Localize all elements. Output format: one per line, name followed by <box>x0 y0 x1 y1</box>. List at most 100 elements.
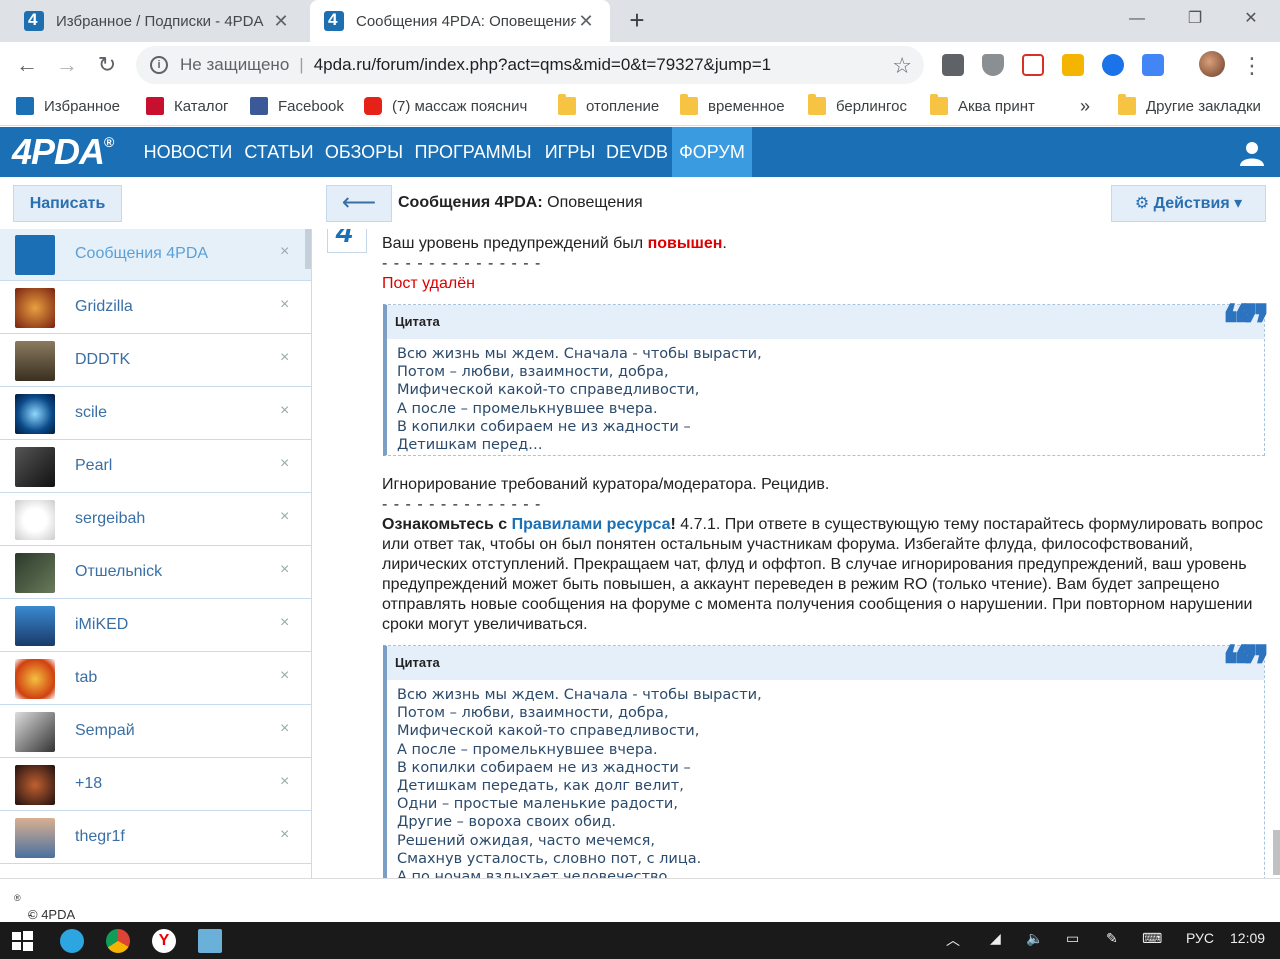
contact-item[interactable]: Сообщения 4PDA × <box>0 229 311 281</box>
telegram-icon[interactable] <box>60 929 84 953</box>
user-icon[interactable] <box>1238 139 1266 167</box>
contact-item[interactable]: iMiKED × <box>0 600 311 652</box>
close-icon[interactable]: × <box>280 296 289 314</box>
nav-programs[interactable]: ПРОГРАММЫ <box>408 127 538 177</box>
windows-start-icon[interactable] <box>10 929 34 953</box>
security-label: Не защищено <box>180 55 290 74</box>
back-arrow-icon[interactable]: ← <box>12 50 42 80</box>
extension-icon[interactable] <box>942 54 964 76</box>
clock[interactable]: 12:09 <box>1230 930 1265 946</box>
bookmark-item[interactable]: Каталог <box>146 88 229 124</box>
youtube-icon <box>364 97 382 115</box>
contact-avatar <box>15 712 55 752</box>
contact-item[interactable]: DDDTK × <box>0 335 311 387</box>
contact-item[interactable]: Pearl × <box>0 441 311 493</box>
message-scrollbar[interactable] <box>1273 830 1280 875</box>
thread-title-rest: Оповещения <box>542 194 643 211</box>
close-icon[interactable]: × <box>280 561 289 579</box>
contact-name: thegr1f <box>75 828 125 845</box>
nav-devdb[interactable]: DEVDB <box>602 127 672 177</box>
site-header: 4PDA® НОВОСТИ СТАТЬИ ОБЗОРЫ ПРОГРАММЫ ИГ… <box>0 127 1280 177</box>
gmail-icon[interactable] <box>1022 54 1044 76</box>
menu-dots-icon[interactable]: ⋮ <box>1241 52 1263 80</box>
close-icon[interactable]: × <box>280 243 289 261</box>
close-icon[interactable]: × <box>280 614 289 632</box>
restore-button[interactable]: ❐ <box>1180 6 1210 32</box>
tray-expand-icon[interactable]: ︿ <box>946 930 960 950</box>
tab-favorites[interactable]: Избранное / Подписки - 4PDA ✕ <box>10 0 305 42</box>
other-bookmarks-folder[interactable]: Другие закладки <box>1118 88 1261 124</box>
address-bar[interactable]: i Не защищено | 4pda.ru/forum/index.php?… <box>136 46 924 84</box>
close-icon[interactable]: × <box>280 667 289 685</box>
mail-envelope-icon[interactable] <box>1062 54 1084 76</box>
keyboard-icon[interactable]: ⌨ <box>1142 930 1162 947</box>
actions-button[interactable]: ⚙ Действия ▾ <box>1111 185 1266 222</box>
bookmark-folder[interactable]: отопление <box>558 88 659 124</box>
close-icon[interactable]: × <box>280 508 289 526</box>
url-text[interactable]: 4pda.ru/forum/index.php?act=qms&mid=0&t=… <box>314 55 771 75</box>
bookmark-item[interactable]: (7) массаж пояснич <box>364 88 534 124</box>
contact-item[interactable]: sergeibah × <box>0 494 311 546</box>
language-indicator[interactable]: РУС <box>1186 930 1214 946</box>
bookmarks-more-button[interactable]: » <box>1080 88 1090 124</box>
mail-at-icon[interactable] <box>1102 54 1124 76</box>
contact-avatar <box>15 606 55 646</box>
notepad-icon[interactable] <box>198 929 222 953</box>
nav-news[interactable]: НОВОСТИ <box>138 127 238 177</box>
write-button[interactable]: Написать <box>13 185 122 222</box>
info-icon[interactable]: i <box>150 56 168 74</box>
quote-line: Решений ожидая, часто мечемся, <box>397 832 655 849</box>
bookmark-label: Facebook <box>278 97 344 115</box>
contact-item[interactable]: Отшельnick × <box>0 547 311 599</box>
quote-line: А после – промелькнувшее вчера. <box>397 741 658 758</box>
rules-link[interactable]: Правилами ресурса <box>512 516 671 533</box>
network-icon[interactable]: ◢ <box>990 930 1001 947</box>
profile-avatar[interactable] <box>1199 51 1225 77</box>
warning-word: повышен <box>647 235 723 252</box>
battery-icon[interactable]: ▭ <box>1066 930 1079 947</box>
bookmark-folder[interactable]: временное <box>680 88 785 124</box>
nav-reviews[interactable]: ОБЗОРЫ <box>320 127 408 177</box>
contact-item[interactable]: +18 × <box>0 759 311 811</box>
translate-icon[interactable] <box>1142 54 1164 76</box>
forward-arrow-icon[interactable]: → <box>52 50 82 80</box>
tab-close-icon[interactable]: ✕ <box>576 11 596 32</box>
back-button[interactable]: ⟵ <box>326 185 392 222</box>
contact-item[interactable]: scile × <box>0 388 311 440</box>
new-tab-button[interactable]: + <box>622 5 652 35</box>
shield-icon[interactable] <box>982 54 1004 76</box>
tab-close-icon[interactable]: ✕ <box>271 11 291 32</box>
site-logo[interactable]: 4PDA® <box>12 133 114 171</box>
bookmark-folder[interactable]: берлингос <box>808 88 907 124</box>
volume-icon[interactable]: 🔈 <box>1026 930 1043 947</box>
close-icon[interactable]: × <box>280 826 289 844</box>
close-icon[interactable]: × <box>280 720 289 738</box>
chrome-icon[interactable] <box>106 929 130 953</box>
close-icon[interactable]: × <box>280 773 289 791</box>
minimize-button[interactable]: — <box>1122 6 1152 32</box>
nav-articles[interactable]: СТАТЬИ <box>238 127 320 177</box>
window-close-button[interactable]: ✕ <box>1236 6 1266 32</box>
nav-games[interactable]: ИГРЫ <box>538 127 602 177</box>
yandex-browser-icon[interactable]: Y <box>152 929 176 953</box>
reload-icon[interactable]: ↻ <box>92 50 122 80</box>
bookmark-item[interactable]: Избранное <box>16 88 120 124</box>
bookmark-item[interactable]: Facebook <box>250 88 344 124</box>
contact-list-scrollbar[interactable] <box>305 229 311 269</box>
contact-item[interactable]: Gridzilla × <box>0 282 311 334</box>
contact-avatar <box>15 500 55 540</box>
close-icon[interactable]: × <box>280 349 289 367</box>
close-icon[interactable]: × <box>280 455 289 473</box>
close-icon[interactable]: × <box>280 402 289 420</box>
bookmark-label: Каталог <box>174 97 229 115</box>
nav-forum[interactable]: ФОРУМ <box>672 127 752 177</box>
bookmark-label: временное <box>708 97 785 115</box>
pen-icon[interactable]: ✎ <box>1106 930 1118 947</box>
bookmark-star-icon[interactable]: ☆ <box>892 53 912 79</box>
contact-item[interactable]: thegr1f × <box>0 812 311 864</box>
contact-item[interactable]: Sempай × <box>0 706 311 758</box>
contact-item[interactable]: tab × <box>0 653 311 705</box>
tab-messages[interactable]: Сообщения 4PDA: Оповещения ✕ <box>310 0 610 42</box>
quote-label: Цитата <box>395 314 440 329</box>
bookmark-folder[interactable]: Аква принт <box>930 88 1035 124</box>
